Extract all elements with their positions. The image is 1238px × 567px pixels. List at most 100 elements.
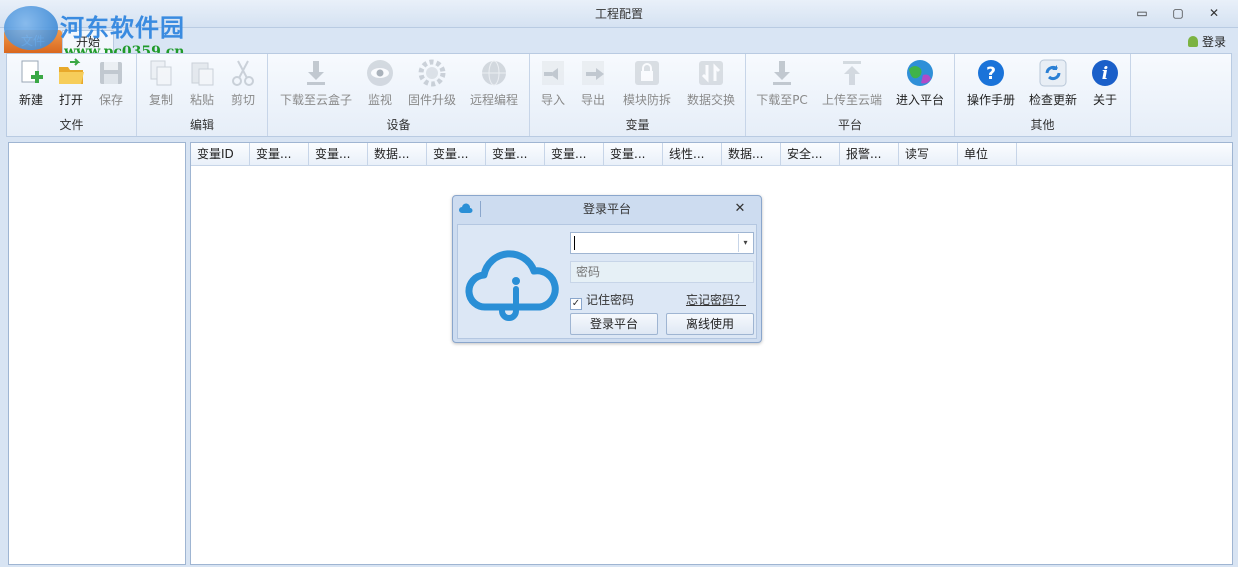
watermark-title: 河东软件园	[60, 13, 185, 42]
copy-icon	[150, 60, 172, 86]
column-header[interactable]: 线性...	[663, 143, 722, 166]
export-icon	[582, 61, 604, 85]
username-select[interactable]: ▾	[570, 232, 754, 254]
user-icon	[1187, 36, 1198, 47]
password-field[interactable]	[570, 261, 754, 283]
save-button-label: 保存	[98, 93, 123, 107]
download-to-cloudbox-label: 下载至云盒子	[279, 93, 352, 107]
paste-button[interactable]: 粘贴	[184, 58, 220, 108]
download-to-cloudbox-button[interactable]: 下载至云盒子	[276, 58, 356, 108]
group-platform-label: 平台	[837, 118, 862, 132]
cut-button[interactable]: 剪切	[225, 58, 261, 108]
module-tamper-label: 模块防拆	[622, 93, 671, 107]
info-icon: i	[1092, 60, 1118, 86]
grid-header: 变量ID 变量... 变量... 数据... 变量... 变量... 变量...…	[191, 143, 1232, 166]
login-platform-button[interactable]: 登录平台	[570, 313, 658, 335]
login-link[interactable]: 登录	[1187, 33, 1226, 50]
group-file: 新建 打开 保存 文件	[7, 54, 137, 136]
group-file-label: 文件	[59, 118, 84, 132]
watermark-logo-icon	[4, 6, 58, 50]
login-link-label: 登录	[1201, 35, 1226, 49]
upload-to-cloud-button[interactable]: 上传至云端	[818, 58, 886, 108]
manual-button[interactable]: ? 操作手册	[963, 58, 1019, 108]
remote-programming-button[interactable]: 远程编程	[466, 58, 522, 108]
exchange-icon	[699, 61, 723, 85]
import-button[interactable]: 导入	[536, 58, 570, 108]
download-to-pc-button[interactable]: 下载至PC	[752, 58, 812, 108]
open-button[interactable]: 打开	[53, 58, 89, 108]
column-header[interactable]: 数据...	[722, 143, 781, 166]
firmware-upgrade-button[interactable]: 固件升级	[404, 58, 460, 108]
enter-platform-label: 进入平台	[895, 93, 944, 107]
save-icon	[100, 62, 122, 84]
dialog-close-icon[interactable]: ✕	[733, 201, 747, 217]
dialog-body: ▾ ✓ 记住密码 忘记密码？ 登录平台 离线使用	[457, 224, 757, 339]
data-exchange-label: 数据交换	[686, 93, 735, 107]
dialog-title: 登录平台	[582, 202, 631, 216]
column-header[interactable]: 变量...	[604, 143, 663, 166]
chevron-down-icon[interactable]: ▾	[738, 234, 752, 252]
copy-button-label: 复制	[148, 93, 173, 107]
firmware-upgrade-label: 固件升级	[407, 93, 456, 107]
new-button-label: 新建	[18, 93, 43, 107]
group-variable: 导入 导出 模块防拆 数据交换 变量	[530, 54, 746, 136]
monitor-button-label: 监视	[367, 93, 392, 107]
svg-text:?: ?	[986, 64, 996, 84]
offline-use-button[interactable]: 离线使用	[666, 313, 754, 335]
column-header[interactable]: 读写	[899, 143, 958, 166]
group-edit-label: 编辑	[189, 118, 214, 132]
module-tamper-button[interactable]: 模块防拆	[618, 58, 676, 108]
remember-password-checkbox[interactable]: ✓ 记住密码	[570, 291, 634, 310]
data-exchange-button[interactable]: 数据交换	[682, 58, 740, 108]
download-icon	[773, 61, 791, 85]
monitor-button[interactable]: 监视	[360, 58, 400, 108]
about-button[interactable]: i 关于	[1087, 58, 1123, 108]
remote-programming-label: 远程编程	[469, 93, 518, 107]
maximize-button[interactable]: ▢	[1168, 6, 1188, 24]
group-device: 下载至云盒子 监视 固件升级 远程编程 设备	[268, 54, 530, 136]
text-caret	[574, 236, 575, 250]
column-header[interactable]: 变量...	[486, 143, 545, 166]
lock-icon	[635, 61, 659, 85]
export-button[interactable]: 导出	[576, 58, 610, 108]
new-doc-icon	[21, 60, 43, 83]
check-update-label: 检查更新	[1028, 93, 1077, 107]
manual-button-label: 操作手册	[966, 93, 1015, 107]
new-button[interactable]: 新建	[13, 58, 49, 108]
download-icon	[307, 61, 325, 85]
checkbox-check-icon[interactable]: ✓	[570, 298, 582, 310]
group-edit: 复制 粘贴 剪切 编辑	[137, 54, 268, 136]
minimize-button[interactable]: ▭	[1132, 6, 1152, 24]
upload-to-cloud-label: 上传至云端	[821, 93, 882, 107]
scissors-icon	[232, 60, 254, 86]
column-header[interactable]: 变量ID	[191, 143, 250, 166]
column-header[interactable]: 变量...	[545, 143, 604, 166]
column-header[interactable]: 报警...	[840, 143, 899, 166]
project-tree-panel[interactable]	[8, 142, 186, 565]
column-header[interactable]: 安全...	[781, 143, 840, 166]
forgot-password-link[interactable]: 忘记密码？	[686, 291, 746, 308]
column-header[interactable]: 单位	[958, 143, 1017, 166]
group-other-label: 其他	[1030, 118, 1055, 132]
save-button[interactable]: 保存	[93, 58, 129, 108]
help-icon: ?	[978, 60, 1004, 86]
column-header[interactable]: 变量...	[250, 143, 309, 166]
group-platform: 下载至PC 上传至云端 进入平台 平台	[746, 54, 955, 136]
column-header[interactable]: 变量...	[309, 143, 368, 166]
login-dialog: 登录平台 ✕ ▾ ✓ 记住密码 忘记密码？ 登录平台 离线使用	[452, 195, 762, 343]
enter-platform-button[interactable]: 进入平台	[892, 58, 948, 108]
cut-button-label: 剪切	[230, 93, 255, 107]
gear-icon	[418, 59, 446, 87]
paste-icon	[191, 62, 214, 86]
copy-button[interactable]: 复制	[143, 58, 179, 108]
check-update-button[interactable]: 检查更新	[1025, 58, 1081, 108]
platform-icon	[907, 60, 933, 86]
refresh-icon	[1039, 59, 1067, 87]
about-button-label: 关于	[1092, 93, 1117, 107]
column-header[interactable]: 变量...	[427, 143, 486, 166]
import-button-label: 导入	[540, 93, 565, 107]
column-header[interactable]: 数据...	[368, 143, 427, 166]
group-other: ? 操作手册 检查更新 i 关于 其他	[955, 54, 1131, 136]
open-button-label: 打开	[58, 93, 83, 107]
close-button[interactable]: ✕	[1204, 6, 1224, 24]
